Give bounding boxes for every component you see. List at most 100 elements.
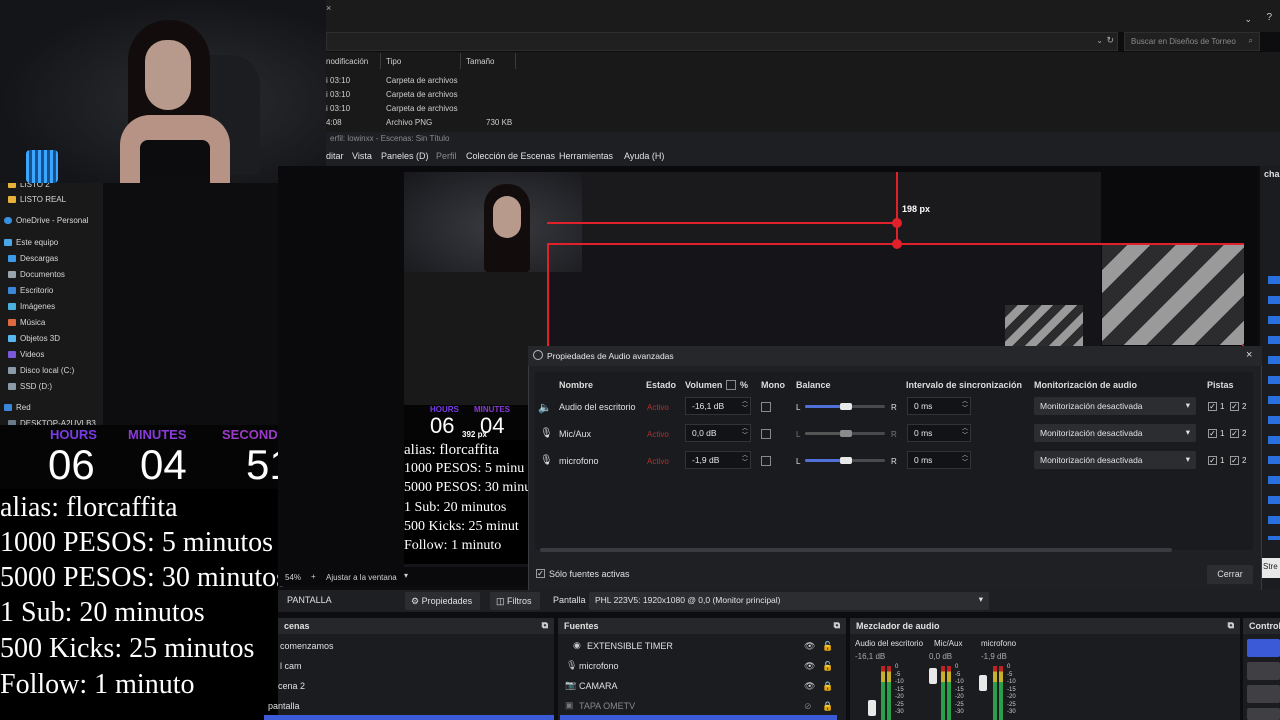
- undock-icon[interactable]: ⧉: [834, 620, 840, 631]
- close-button[interactable]: Cerrar: [1207, 565, 1253, 584]
- spin-arrows-icon[interactable]: ︿ ﹀: [962, 426, 968, 440]
- lock-open-icon[interactable]: 🔓: [822, 641, 833, 652]
- column-type[interactable]: Tipo: [386, 57, 401, 66]
- zoom-in-icon[interactable]: +: [311, 572, 316, 581]
- filters-button[interactable]: ◫ Filtros: [490, 592, 540, 610]
- track-checkbox[interactable]: ✓: [1230, 456, 1239, 465]
- file-row-type[interactable]: Carpeta de archivos: [386, 76, 458, 85]
- transform-handle[interactable]: [892, 239, 902, 249]
- spin-arrows-icon[interactable]: ︿ ﹀: [742, 399, 748, 413]
- source-item[interactable]: CAMARA: [579, 681, 618, 691]
- start-streaming-button[interactable]: [1247, 639, 1280, 657]
- monitor-select[interactable]: Monitorización desactivada ▾: [1034, 424, 1196, 442]
- chevron-down-icon[interactable]: ▾: [404, 571, 408, 580]
- menu-coleccion[interactable]: Colección de Escenas: [466, 151, 555, 161]
- fit-window-option[interactable]: Ajustar a la ventana: [326, 573, 397, 582]
- sync-spinbox[interactable]: 0 ms ︿ ﹀: [907, 397, 971, 415]
- eye-hidden-icon[interactable]: ⊘: [804, 701, 812, 712]
- volume-spinbox[interactable]: -1,9 dB ︿ ﹀: [685, 451, 751, 469]
- nav-item-music[interactable]: Música: [8, 318, 45, 327]
- sync-spinbox[interactable]: 0 ms ︿ ﹀: [907, 424, 971, 442]
- only-active-checkbox[interactable]: ✓: [536, 569, 545, 578]
- column-size[interactable]: Tamaño: [466, 57, 494, 66]
- mono-checkbox[interactable]: [761, 402, 771, 412]
- track-checkbox[interactable]: ✓: [1230, 402, 1239, 411]
- menu-vista[interactable]: Vista: [352, 151, 372, 161]
- scene-item[interactable]: comenzamos: [280, 641, 334, 651]
- screen-select[interactable]: PHL 223V5: 1920x1080 @ 0,0 (Monitor prin…: [589, 592, 989, 610]
- nav-item-videos[interactable]: Videos: [8, 350, 44, 359]
- spin-arrows-icon[interactable]: ︿ ﹀: [742, 453, 748, 467]
- eye-icon[interactable]: 👁: [804, 641, 815, 652]
- monitor-select[interactable]: Monitorización desactivada ▾: [1034, 397, 1196, 415]
- menu-ayuda[interactable]: Ayuda (H): [624, 151, 664, 161]
- spin-arrows-icon[interactable]: ︿ ﹀: [962, 399, 968, 413]
- mono-checkbox[interactable]: [761, 429, 771, 439]
- dropdown-icon[interactable]: ⌄: [1096, 36, 1103, 45]
- help-icon[interactable]: ?: [1266, 12, 1272, 23]
- file-row-type[interactable]: Carpeta de archivos: [386, 104, 458, 113]
- nav-item-desktop[interactable]: Escritorio: [8, 286, 53, 295]
- nav-item-disk-c[interactable]: Disco local (C:): [8, 366, 74, 375]
- lock-icon[interactable]: 🔒: [822, 701, 833, 712]
- track-checkbox[interactable]: ✓: [1208, 402, 1217, 411]
- nav-item-listo-real[interactable]: LISTO REAL: [8, 195, 66, 204]
- menu-editar[interactable]: ditar: [326, 151, 344, 161]
- file-row-type[interactable]: Carpeta de archivos: [386, 90, 458, 99]
- eye-icon[interactable]: 👁: [804, 661, 815, 672]
- track-checkbox[interactable]: ✓: [1230, 429, 1239, 438]
- menu-paneles[interactable]: Paneles (D): [381, 151, 429, 161]
- lock-open-icon[interactable]: 🔓: [822, 661, 833, 672]
- explorer-search-input[interactable]: Buscar en Diseños de Torneo ⌕: [1124, 32, 1260, 51]
- start-recording-button[interactable]: [1247, 662, 1280, 680]
- volume-fader-knob[interactable]: [929, 668, 937, 684]
- spin-arrows-icon[interactable]: ︿ ﹀: [742, 426, 748, 440]
- horizontal-scrollbar[interactable]: [540, 548, 1172, 552]
- scene-item[interactable]: pantalla: [268, 701, 300, 711]
- volume-fader-knob[interactable]: [979, 675, 987, 691]
- chevron-down-icon[interactable]: ⌄: [1244, 14, 1252, 25]
- refresh-icon[interactable]: ↻: [1106, 35, 1114, 46]
- lock-icon[interactable]: 🔒: [822, 681, 833, 692]
- mono-checkbox[interactable]: [761, 456, 771, 466]
- source-item[interactable]: TAPA OMETV: [579, 701, 635, 711]
- nav-item-this-pc[interactable]: Este equipo: [4, 238, 58, 247]
- transform-handle[interactable]: [892, 218, 902, 228]
- track-checkbox[interactable]: ✓: [1208, 429, 1217, 438]
- eye-icon[interactable]: 👁: [804, 681, 815, 692]
- menu-perfil[interactable]: Perfil: [436, 151, 457, 161]
- nav-item-3d-objects[interactable]: Objetos 3D: [8, 334, 60, 343]
- balance-knob[interactable]: [840, 430, 852, 437]
- nav-item-downloads[interactable]: Descargas: [8, 254, 58, 263]
- studio-mode-button[interactable]: [1247, 685, 1280, 703]
- close-icon[interactable]: ×: [1246, 349, 1252, 361]
- source-item[interactable]: EXTENSIBLE TIMER: [587, 641, 673, 651]
- volume-fader-knob[interactable]: [868, 700, 876, 716]
- sync-spinbox[interactable]: 0 ms ︿ ﹀: [907, 451, 971, 469]
- track-checkbox[interactable]: ✓: [1208, 456, 1217, 465]
- monitor-select[interactable]: Monitorización desactivada ▾: [1034, 451, 1196, 469]
- volume-spinbox[interactable]: -16,1 dB ︿ ﹀: [685, 397, 751, 415]
- zoom-level[interactable]: 54%: [285, 573, 301, 582]
- balance-knob[interactable]: [840, 403, 852, 410]
- balance-knob[interactable]: [840, 457, 852, 464]
- scene-item[interactable]: cena 2: [278, 681, 305, 691]
- nav-item-network[interactable]: Red: [4, 403, 31, 412]
- settings-button[interactable]: [1247, 708, 1280, 720]
- explorer-close-glyph[interactable]: ×: [326, 3, 331, 13]
- nav-item-onedrive[interactable]: OneDrive - Personal: [4, 216, 88, 225]
- column-modified[interactable]: nodificación: [326, 57, 368, 66]
- nav-item-ssd-d[interactable]: SSD (D:): [8, 382, 52, 391]
- address-bar[interactable]: ⌄ ↻: [326, 32, 1118, 51]
- spin-arrows-icon[interactable]: ︿ ﹀: [962, 453, 968, 467]
- volume-spinbox[interactable]: 0,0 dB ︿ ﹀: [685, 424, 751, 442]
- nav-item-pictures[interactable]: Imágenes: [8, 302, 55, 311]
- scene-item[interactable]: l cam: [280, 661, 302, 671]
- menu-herramientas[interactable]: Herramientas: [559, 151, 613, 161]
- source-item[interactable]: microfono: [579, 661, 619, 671]
- file-row-type[interactable]: Archivo PNG: [386, 118, 432, 127]
- nav-item-documents[interactable]: Documentos: [8, 270, 65, 279]
- undock-icon[interactable]: ⧉: [1228, 620, 1234, 631]
- undock-icon[interactable]: ⧉: [542, 620, 548, 631]
- properties-button[interactable]: ⚙ Propiedades: [405, 592, 480, 610]
